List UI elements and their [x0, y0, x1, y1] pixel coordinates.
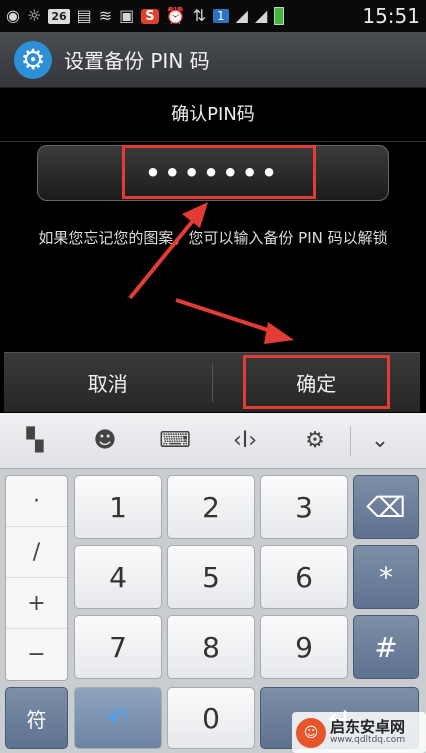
watermark-logo-icon: ☺ [296, 717, 326, 748]
keyboard-toolbar: ▚ ☻ ⌨ ‹I› ⚙ ⌄ [0, 413, 426, 469]
arrow-to-pin [128, 210, 202, 300]
plus-key[interactable]: + [6, 578, 67, 629]
apps-grid-icon[interactable]: ▚ [0, 428, 70, 453]
key-0[interactable]: 0 [167, 687, 255, 749]
key-2[interactable]: 2 [167, 475, 255, 539]
keyboard-settings-icon[interactable]: ⚙ [280, 428, 350, 453]
keyboard: ▚ ☻ ⌨ ‹I› ⚙ ⌄ · / + − 1 2 3 ⌫ 4 5 6 * 7 … [0, 413, 426, 753]
star-key[interactable]: * [353, 545, 419, 609]
symbol-column: · / + − [5, 475, 68, 681]
key-6[interactable]: 6 [260, 545, 348, 609]
watermark-name: 启东安卓网 [330, 718, 406, 737]
arrow-head-pin [182, 202, 208, 228]
minus-key[interactable]: − [6, 629, 67, 680]
key-8[interactable]: 8 [167, 615, 255, 679]
collapse-keyboard-icon[interactable]: ⌄ [351, 428, 409, 453]
arrow-to-ok [175, 298, 281, 336]
cancel-button[interactable]: 取消 [4, 353, 212, 412]
key-1[interactable]: 1 [74, 475, 162, 539]
watermark: ☺ 启东安卓网 www.qdltdq.com [292, 712, 426, 753]
cursor-icon[interactable]: ‹I› [210, 428, 280, 453]
key-4[interactable]: 4 [74, 545, 162, 609]
arrow-head-ok [264, 322, 294, 344]
slash-key[interactable]: / [6, 527, 67, 578]
symbol-key[interactable]: 符 [5, 687, 68, 749]
keyboard-layout-icon[interactable]: ⌨ [140, 428, 210, 453]
dot-key[interactable]: · [6, 476, 67, 527]
backspace-key[interactable]: ⌫ [353, 475, 419, 539]
emoji-icon[interactable]: ☻ [70, 428, 140, 453]
watermark-url: www.qdltdq.com [330, 734, 406, 745]
hash-key[interactable]: # [353, 615, 419, 679]
undo-key[interactable]: ↶ [74, 687, 162, 749]
ok-highlight-box [243, 355, 390, 409]
key-5[interactable]: 5 [167, 545, 255, 609]
key-3[interactable]: 3 [260, 475, 348, 539]
key-9[interactable]: 9 [260, 615, 348, 679]
key-7[interactable]: 7 [74, 615, 162, 679]
